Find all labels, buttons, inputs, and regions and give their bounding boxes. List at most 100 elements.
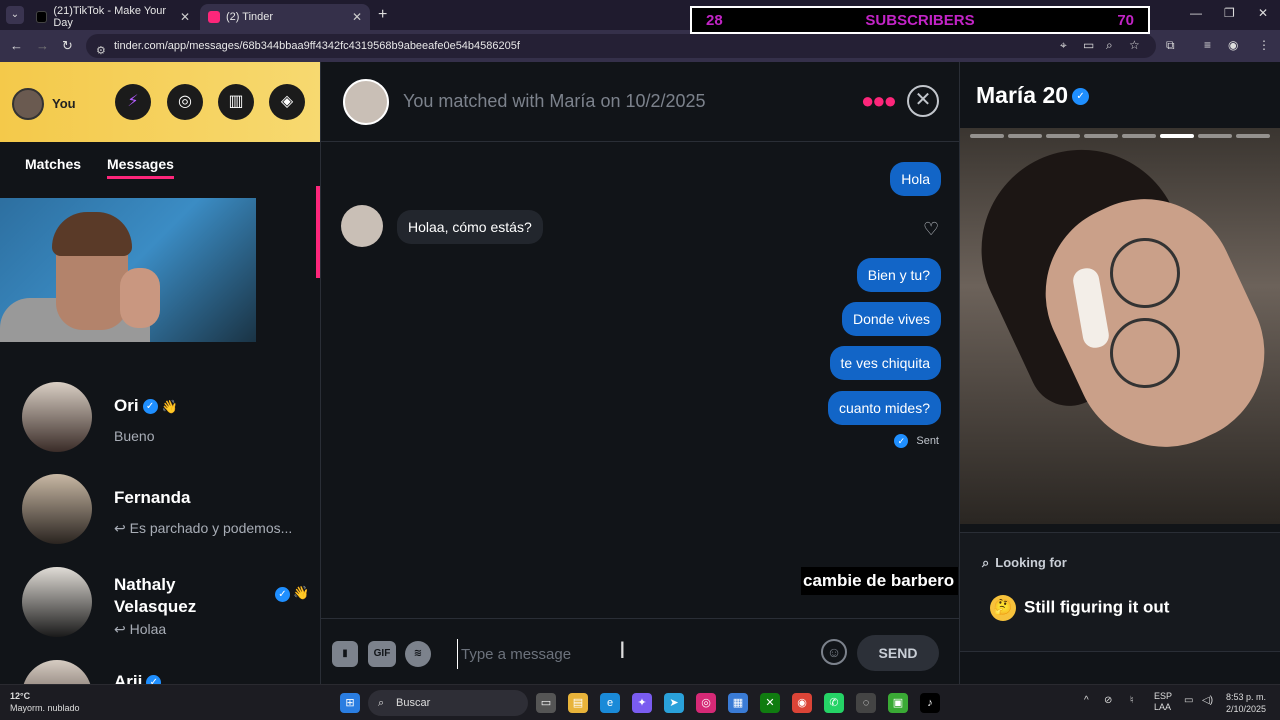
photo-progress-segment[interactable] <box>1084 134 1118 138</box>
subscribers-overlay: 28 SUBSCRIBERS 70 <box>690 6 1150 34</box>
match-name-text: Arii <box>114 672 143 684</box>
gif-button[interactable]: GIF <box>368 641 396 667</box>
photo-progress-segment[interactable] <box>1122 134 1156 138</box>
tab-matches[interactable]: Matches <box>25 156 81 172</box>
photo-progress-segment[interactable] <box>970 134 1004 138</box>
chat-title: You matched with María on 10/2/2025 <box>403 91 706 111</box>
taskbar-search[interactable]: ⌕ Buscar <box>368 690 528 716</box>
display-icon[interactable]: ▭ <box>1184 695 1193 706</box>
show-hidden-icons[interactable]: ^ <box>1084 695 1089 706</box>
weather-widget[interactable]: 12°C Mayorm. nublado <box>10 690 80 714</box>
list-item[interactable]: Nathaly Velasquez ✓ 👋 ↩ Holaa <box>0 567 320 657</box>
tab-tinder[interactable]: (2) Tinder ✕ <box>200 4 370 30</box>
close-chat-button[interactable]: ✕ <box>907 85 939 117</box>
maximize-icon[interactable]: ❐ <box>1224 6 1235 20</box>
close-window-icon[interactable]: ✕ <box>1258 6 1268 20</box>
photo-progress-segment[interactable] <box>1046 134 1080 138</box>
store-icon[interactable]: ▦ <box>728 693 748 713</box>
safety-shield-icon[interactable]: ◈ <box>269 84 305 120</box>
whatsapp-icon[interactable]: ✆ <box>824 693 844 713</box>
photo-progress-segment[interactable] <box>1236 134 1270 138</box>
contact-card-icon[interactable]: ▮ <box>332 641 358 667</box>
emoji-icon[interactable]: ☺ <box>821 639 847 665</box>
profile-avatar-icon[interactable]: ◉ <box>1228 38 1238 52</box>
matches-sidebar: You ⚡ ◎ ▥ ◈ Matches Messages Ori ✓ 👋 Bueno… <box>0 62 320 684</box>
file-explorer-icon[interactable]: ▤ <box>568 693 588 713</box>
zoom-icon[interactable]: ⌕ <box>1106 38 1113 53</box>
network-icon[interactable]: ⊘ <box>1104 695 1112 706</box>
photo-progress-segment[interactable] <box>1008 134 1042 138</box>
bookmark-star-icon[interactable]: ☆ <box>1129 38 1140 52</box>
tiktok-icon[interactable]: ♪ <box>920 693 940 713</box>
copilot-icon[interactable]: ✦ <box>632 693 652 713</box>
windows-start-icon[interactable]: ⊞ <box>340 693 360 713</box>
list-item[interactable]: Fernanda ↩ Es parchado y podemos... <box>0 474 320 564</box>
xbox-icon[interactable]: ✕ <box>760 693 780 713</box>
photo-progress-segment[interactable] <box>1198 134 1232 138</box>
more-options-icon[interactable]: ●●● <box>861 88 897 114</box>
message-bubble-out: cuanto mides? <box>827 391 941 425</box>
location-icon[interactable]: ⌖ <box>1060 38 1067 53</box>
back-icon[interactable]: ← <box>10 38 23 53</box>
task-view-icon[interactable]: ▭ <box>536 693 556 713</box>
verified-icon: ✓ <box>1072 88 1090 106</box>
briefcase-icon[interactable]: ▥ <box>218 84 254 120</box>
profile-panel: María 20 ✓ ⌕ Looking for 🤔 Still figuring i… <box>960 62 1280 684</box>
like-heart-icon[interactable]: ♡ <box>923 219 939 240</box>
keyboard-layout: LAA <box>1154 702 1172 712</box>
match-name: Nathaly Velasquez <box>114 574 196 618</box>
site-info-icon[interactable]: ⚙ <box>96 39 106 63</box>
edge-icon[interactable]: e <box>600 693 620 713</box>
match-avatar[interactable] <box>343 79 389 125</box>
sent-label: Sent <box>916 434 939 447</box>
photo-progress-segment[interactable] <box>1160 134 1194 138</box>
profile-photo[interactable] <box>960 128 1280 524</box>
menu-dots-icon[interactable]: ⋮ <box>1258 38 1270 52</box>
clock-time: 8:53 p. m. <box>1226 692 1267 702</box>
message-input[interactable] <box>457 639 807 669</box>
telegram-icon[interactable]: ➤ <box>664 693 684 713</box>
sidebar-header: You ⚡ ◎ ▥ ◈ <box>0 62 320 142</box>
spotify-icon[interactable]: ≋ <box>405 641 431 667</box>
reload-icon[interactable]: ↻ <box>62 38 73 54</box>
verified-icon: ✓ <box>275 587 290 602</box>
microphone-icon[interactable]: ♮ <box>1130 695 1134 706</box>
tiktok-icon <box>36 11 48 23</box>
minimize-icon[interactable]: — <box>1190 6 1202 20</box>
tab-messages[interactable]: Messages <box>107 156 174 179</box>
close-tab-icon[interactable]: ✕ <box>352 10 362 24</box>
clock[interactable]: 8:53 p. m. 2/10/2025 <box>1226 691 1266 715</box>
language-indicator[interactable]: ESP LAA <box>1154 691 1172 713</box>
message-bubble-out: Donde vives <box>841 302 941 336</box>
list-item[interactable]: Arii ✓ <box>0 660 320 684</box>
url-field[interactable]: ⚙ tinder.com/app/messages/68b344bbaa9ff4… <box>86 34 1156 58</box>
user-label[interactable]: You <box>52 96 76 111</box>
minecraft-icon[interactable]: ▣ <box>888 693 908 713</box>
volume-icon[interactable]: ◁) <box>1202 695 1213 706</box>
message-bubble-out: Hola <box>890 162 941 196</box>
taskbar-search-label: Buscar <box>396 697 431 709</box>
chat-header: You matched with María on 10/2/2025 ●●● … <box>321 62 961 142</box>
new-tab-button[interactable]: + <box>378 6 387 24</box>
boost-icon[interactable]: ⚡ <box>115 84 151 120</box>
forward-icon[interactable]: → <box>36 38 49 53</box>
list-item[interactable]: Ori ✓ 👋 Bueno <box>0 382 320 472</box>
webcam-hair <box>52 212 132 256</box>
user-avatar[interactable] <box>12 88 44 120</box>
language-code: ESP <box>1154 691 1173 701</box>
chrome-icon[interactable]: ◉ <box>792 693 812 713</box>
send-button[interactable]: SEND <box>857 635 939 671</box>
close-tab-icon[interactable]: ✕ <box>180 10 190 24</box>
match-name-text: Ori <box>114 396 139 415</box>
tab-tiktok[interactable]: (21)TikTok - Make Your Day ✕ <box>28 4 198 30</box>
instagram-icon[interactable]: ◎ <box>696 693 716 713</box>
match-avatar <box>22 567 92 637</box>
explore-compass-icon[interactable]: ◎ <box>167 84 203 120</box>
media-icon[interactable]: ≡ <box>1204 38 1211 52</box>
tab-search-icon[interactable]: ⌄ <box>6 6 24 24</box>
cast-icon[interactable]: ▭ <box>1083 38 1094 52</box>
sent-check-icon: ✓ <box>894 434 909 448</box>
app-icon[interactable]: ◌ <box>856 693 876 713</box>
extensions-icon[interactable]: ⧉ <box>1166 38 1175 53</box>
match-name: Fernanda <box>114 488 191 507</box>
